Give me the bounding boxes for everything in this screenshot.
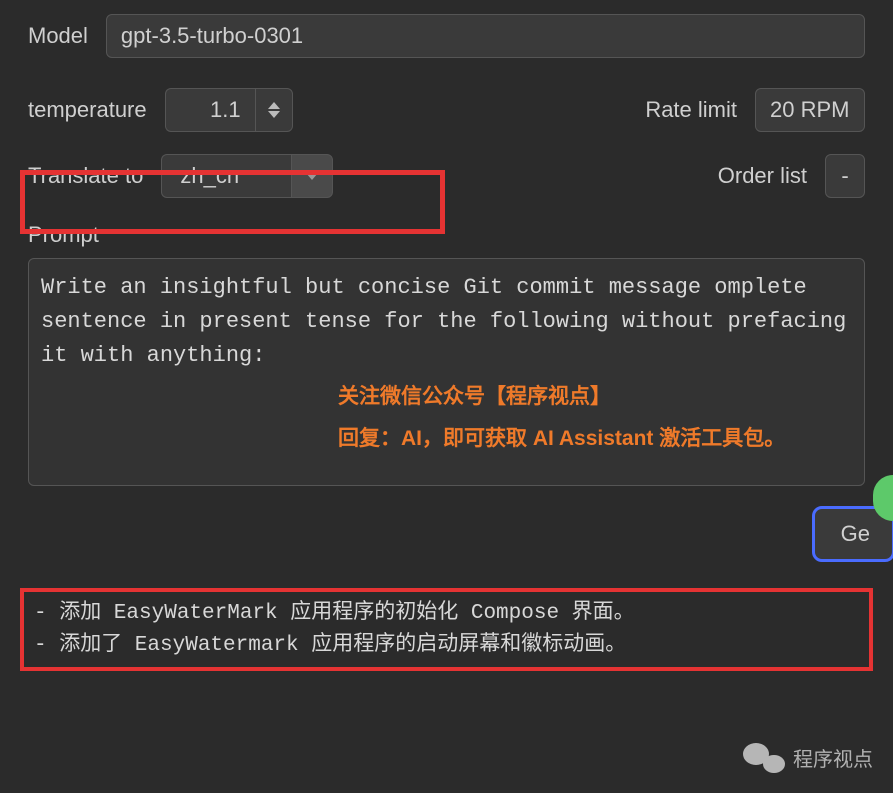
- wechat-watermark: 程序视点: [741, 739, 873, 775]
- translate-to-label: Translate to: [28, 163, 143, 189]
- overlay-text-line1: 关注微信公众号【程序视点】: [338, 380, 611, 410]
- wechat-icon: [741, 739, 785, 775]
- order-list-field[interactable]: -: [825, 154, 865, 198]
- overlay-text-line2: 回复：AI，即可获取 AI Assistant 激活工具包。: [338, 422, 785, 452]
- prompt-label: Prompt: [28, 222, 865, 248]
- chevron-down-icon: [306, 173, 318, 180]
- temperature-label: temperature: [28, 97, 147, 123]
- temperature-input[interactable]: 1.1: [165, 88, 255, 132]
- model-label: Model: [28, 23, 88, 49]
- rate-limit-field[interactable]: 20 RPM: [755, 88, 865, 132]
- output-line: - 添加 EasyWaterMark 应用程序的初始化 Compose 界面。: [34, 598, 859, 630]
- output-highlight-box: - 添加 EasyWaterMark 应用程序的初始化 Compose 界面。 …: [20, 588, 873, 671]
- model-value: gpt-3.5-turbo-0301: [121, 23, 303, 49]
- output-line: - 添加了 EasyWatermark 应用程序的启动屏幕和徽标动画。: [34, 630, 859, 662]
- rate-limit-label: Rate limit: [645, 97, 737, 123]
- temperature-up-icon[interactable]: [268, 102, 280, 109]
- model-select[interactable]: gpt-3.5-turbo-0301: [106, 14, 865, 58]
- translate-to-dropdown-button[interactable]: [291, 154, 333, 198]
- temperature-spinner[interactable]: 1.1: [165, 88, 293, 132]
- order-list-label: Order list: [718, 163, 807, 189]
- translate-to-value: zh_cn: [161, 154, 291, 198]
- temperature-down-icon[interactable]: [268, 111, 280, 118]
- watermark-text: 程序视点: [793, 743, 873, 772]
- translate-to-dropdown[interactable]: zh_cn: [161, 154, 333, 198]
